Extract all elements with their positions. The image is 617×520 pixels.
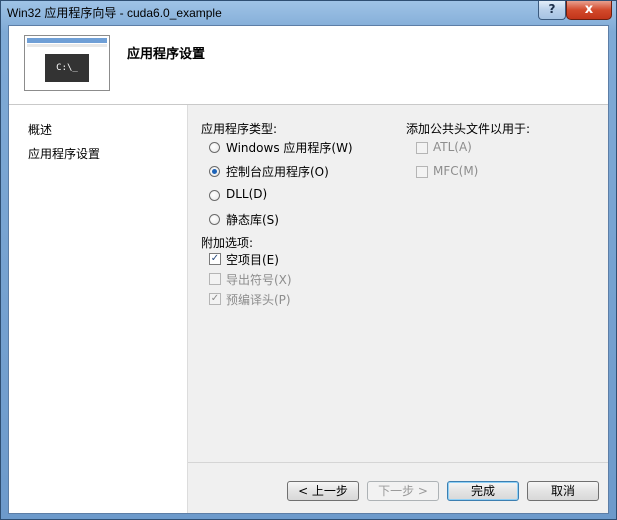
console-icon: C:\_ (45, 54, 89, 82)
close-button[interactable]: x (566, 1, 612, 20)
radio-static-lib-label[interactable]: 静态库(S) (226, 211, 279, 228)
page-title: 应用程序设置 (127, 47, 206, 62)
header-image-titlebar (27, 38, 107, 43)
nav-item-overview[interactable]: 概述 (28, 121, 52, 138)
prev-button[interactable]: < 上一步 (287, 481, 359, 501)
finish-button[interactable]: 完成 (447, 481, 519, 501)
checkbox-export-symbols (209, 273, 221, 285)
radio-dll-label[interactable]: DLL(D) (226, 187, 267, 201)
checkbox-precompiled-header-label: 预编译头(P) (226, 293, 291, 307)
checkbox-atl-label: ATL(A) (433, 140, 472, 154)
radio-static-lib[interactable] (209, 214, 220, 225)
help-button[interactable]: ? (538, 1, 566, 20)
nav-item-app-settings[interactable]: 应用程序设置 (28, 145, 100, 162)
checkbox-empty-project[interactable]: ✓ (209, 253, 221, 265)
checkbox-mfc-label: MFC(M) (433, 164, 479, 178)
checkbox-atl (416, 142, 428, 154)
extra-options-label: 附加选项: (201, 236, 254, 250)
checkbox-precompiled-header: ✓ (209, 293, 221, 305)
checkbox-empty-project-label[interactable]: 空项目(E) (226, 251, 279, 268)
cancel-button[interactable]: 取消 (527, 481, 599, 501)
title-bar[interactable]: Win32 应用程序向导 - cuda6.0_example ? x (1, 1, 616, 25)
checkbox-mfc (416, 166, 428, 178)
console-app-image: C:\_ (24, 35, 110, 91)
radio-windows-app[interactable] (209, 142, 220, 153)
footer-separator (188, 462, 608, 463)
next-button: 下一步 > (367, 481, 439, 501)
wizard-client-area: C:\_ 应用程序设置 概述 应用程序设置 应用程序类型: Windows 应用… (8, 25, 609, 514)
wizard-window: Win32 应用程序向导 - cuda6.0_example ? x C:\_ … (0, 0, 617, 520)
checkbox-export-symbols-label: 导出符号(X) (226, 273, 292, 287)
radio-windows-app-label[interactable]: Windows 应用程序(W) (226, 139, 353, 156)
radio-dll[interactable] (209, 190, 220, 201)
wizard-header: C:\_ 应用程序设置 (9, 26, 608, 105)
common-headers-label: 添加公共头文件以用于: (406, 122, 531, 136)
app-type-label: 应用程序类型: (201, 122, 278, 136)
settings-panel: 应用程序类型: Windows 应用程序(W) 控制台应用程序(O) DLL(D… (188, 105, 608, 435)
window-title: Win32 应用程序向导 - cuda6.0_example (7, 6, 222, 20)
wizard-nav: 概述 应用程序设置 (9, 105, 188, 513)
header-image-menubar (27, 44, 107, 47)
radio-console-app-label[interactable]: 控制台应用程序(O) (226, 163, 329, 180)
radio-console-app[interactable] (209, 166, 220, 177)
